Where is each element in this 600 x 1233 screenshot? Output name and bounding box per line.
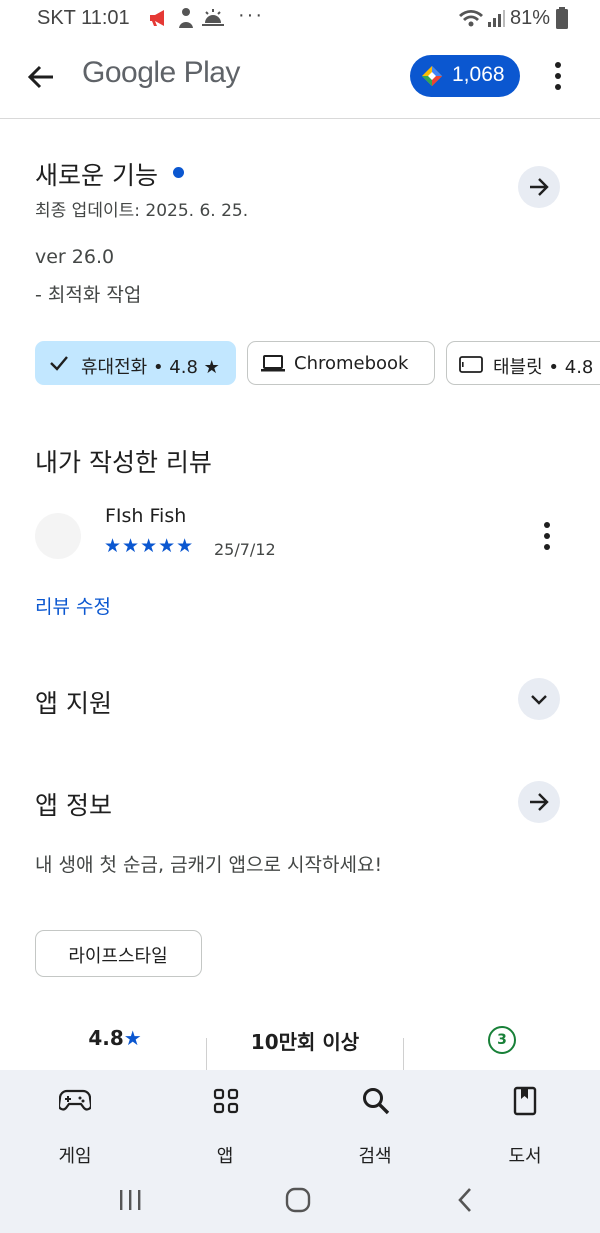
- stats-row: 4.8★ 10만회 이상 3: [0, 1018, 600, 1070]
- battery-percent: 81%: [510, 7, 551, 29]
- play-points-button[interactable]: 1,068: [410, 55, 520, 97]
- whats-new-title: 새로운 기능: [35, 161, 158, 190]
- check-icon: [49, 354, 69, 376]
- nav-games-label: 게임: [58, 1146, 92, 1167]
- nav-apps[interactable]: 앱: [175, 1084, 275, 1167]
- nav-books[interactable]: 도서: [475, 1084, 575, 1167]
- review-stars: ★★★★★: [104, 535, 195, 557]
- chevron-down-icon: [530, 692, 548, 711]
- update-note: - 최적화 작업: [35, 284, 142, 306]
- chip-chromebook-label: Chromebook: [294, 353, 409, 374]
- chip-chromebook[interactable]: Chromebook: [247, 341, 435, 385]
- stat-divider: [403, 1038, 404, 1070]
- back-arrow-icon[interactable]: [27, 63, 55, 95]
- home-icon[interactable]: [284, 1186, 312, 1218]
- whats-new-arrow-button[interactable]: [518, 166, 560, 208]
- nav-search-label: 검색: [358, 1146, 392, 1167]
- stat-divider: [206, 1038, 207, 1070]
- recents-icon[interactable]: [118, 1188, 142, 1216]
- avatar: [35, 513, 81, 559]
- back-icon[interactable]: [456, 1186, 474, 1218]
- new-indicator-dot: [173, 167, 184, 178]
- laptop-icon: [260, 354, 286, 378]
- category-chip[interactable]: 라이프스타일: [35, 930, 202, 977]
- nav-games[interactable]: 게임: [25, 1084, 125, 1167]
- review-author: FIsh Fish: [105, 505, 187, 527]
- play-points-count: 1,068: [452, 63, 505, 86]
- age-rating-badge: 3: [488, 1026, 516, 1054]
- app-support-title: 앱 지원: [35, 689, 112, 718]
- fish-icon: [176, 7, 196, 33]
- top-app-bar: Google Play 1,068: [0, 38, 600, 119]
- edit-review-link[interactable]: 리뷰 수정: [35, 592, 111, 619]
- arrow-right-icon: [528, 791, 550, 817]
- app-title: Google Play: [82, 56, 240, 89]
- apps-grid-icon: [213, 1088, 239, 1118]
- more-vert-icon[interactable]: [550, 60, 566, 96]
- star-icon: ★: [123, 1026, 142, 1050]
- play-points-icon: [422, 66, 442, 90]
- app-description: 내 생애 첫 순금, 금캐기 앱으로 시작하세요!: [35, 854, 383, 876]
- chip-phone-label: 휴대전화 • 4.8 ★: [81, 357, 220, 378]
- gamepad-icon: [57, 1088, 93, 1116]
- nav-search[interactable]: 검색: [325, 1084, 425, 1167]
- nav-apps-label: 앱: [216, 1146, 234, 1167]
- stat-rating: 4.8★: [60, 1026, 170, 1050]
- search-icon: [361, 1086, 391, 1120]
- version-text: ver 26.0: [35, 246, 115, 268]
- signal-icon: [487, 8, 505, 32]
- stat-downloads: 10만회 이상: [250, 1030, 360, 1054]
- last-updated: 최종 업데이트: 2025. 6. 25.: [35, 201, 249, 221]
- review-date: 25/7/12: [214, 540, 276, 559]
- status-bar: SKT 11:01 ··· 81%: [0, 0, 600, 38]
- category-label: 라이프스타일: [68, 946, 168, 967]
- review-more-icon[interactable]: [539, 520, 555, 556]
- chip-tablet[interactable]: 태블릿 • 4.8 ★: [446, 341, 600, 385]
- weather-icon: [201, 7, 225, 31]
- chip-tablet-label: 태블릿 • 4.8 ★: [493, 357, 600, 378]
- megaphone-icon: [148, 8, 170, 32]
- book-icon: [513, 1086, 537, 1120]
- tablet-icon: [459, 356, 483, 377]
- stat-rating-value: 4.8: [88, 1026, 124, 1050]
- status-time: SKT 11:01: [37, 7, 130, 29]
- app-support-expand-button[interactable]: [518, 678, 560, 720]
- battery-icon: [556, 7, 568, 33]
- app-info-arrow-button[interactable]: [518, 781, 560, 823]
- bottom-navigation: 게임 앱 검색 도서: [0, 1070, 600, 1233]
- app-info-title: 앱 정보: [35, 791, 112, 820]
- wifi-icon: [458, 8, 484, 32]
- nav-books-label: 도서: [508, 1146, 542, 1167]
- arrow-right-icon: [528, 176, 550, 202]
- chip-phone[interactable]: 휴대전화 • 4.8 ★: [35, 341, 236, 385]
- more-notifications: ···: [238, 4, 264, 26]
- my-review-title: 내가 작성한 리뷰: [35, 448, 212, 477]
